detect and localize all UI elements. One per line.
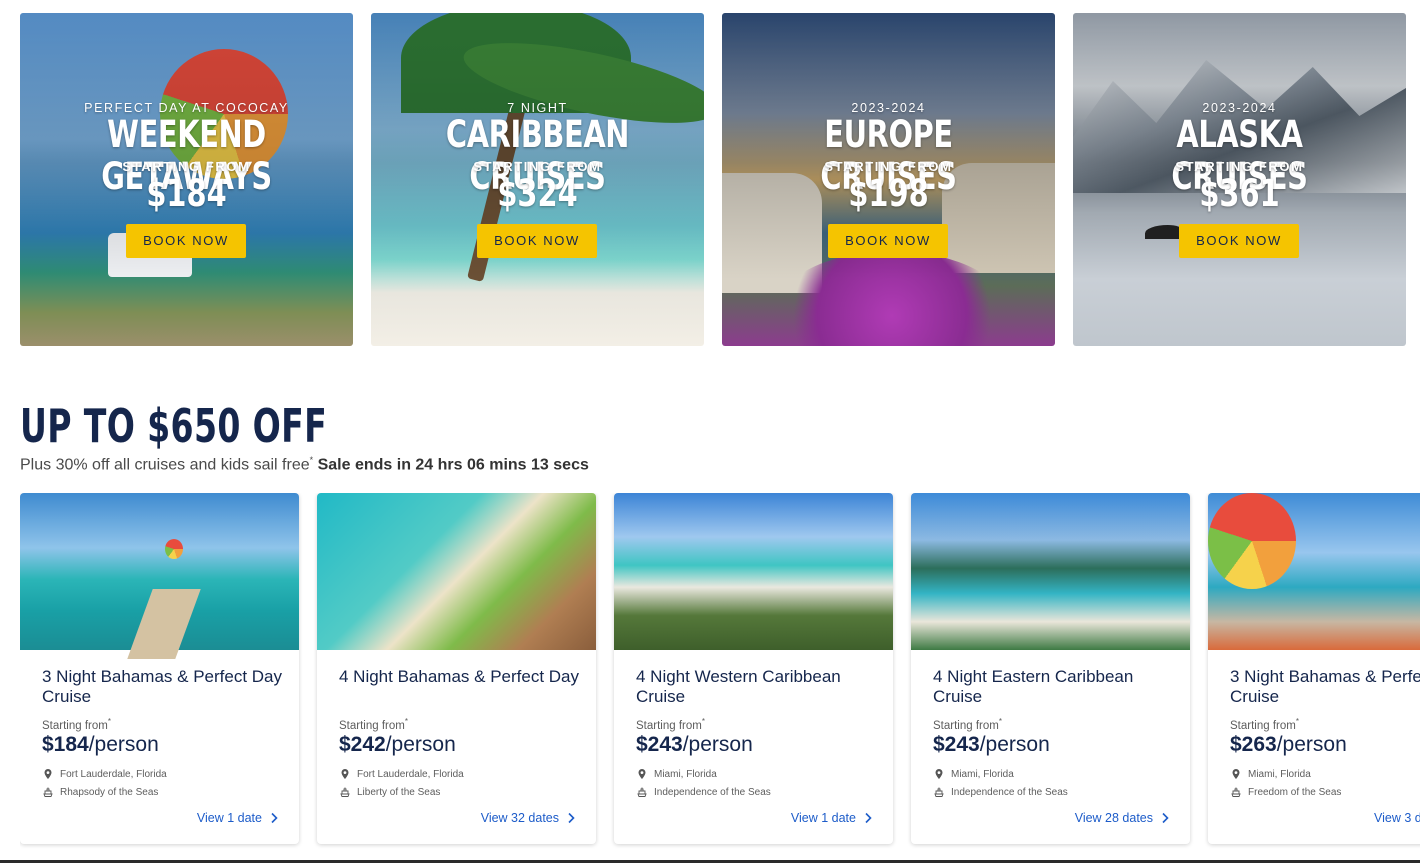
ship-name: Liberty of the Seas xyxy=(339,786,440,798)
starting-from-label: Starting from* xyxy=(1230,717,1299,732)
price-unit: /person xyxy=(682,733,753,756)
ship-icon xyxy=(1231,787,1241,797)
departure-port: Miami, Florida xyxy=(636,768,717,780)
cruise-card-carousel: 3 Night Bahamas & Perfect Day Cruise Sta… xyxy=(20,493,1420,853)
cruise-price: $243/person xyxy=(636,733,753,757)
departure-port: Fort Lauderdale, Florida xyxy=(339,768,464,780)
price-unit: /person xyxy=(385,733,456,756)
chevron-right-icon xyxy=(1162,812,1169,824)
chevron-right-icon xyxy=(865,812,872,824)
view-dates-link[interactable]: View 1 date xyxy=(197,811,279,825)
price-amount: $243 xyxy=(636,733,683,756)
sale-subtitle-text: Plus 30% off all cruises and kids sail f… xyxy=(20,456,310,474)
cruise-photo xyxy=(911,493,1190,650)
price-unit: /person xyxy=(1276,733,1347,756)
departure-port: Miami, Florida xyxy=(1230,768,1311,780)
departure-port: Miami, Florida xyxy=(933,768,1014,780)
price-amount: $243 xyxy=(933,733,980,756)
cruise-card[interactable]: 3 Night Bahamas & Perfect Day Cruise Sta… xyxy=(20,493,299,844)
sale-subtitle: Plus 30% off all cruises and kids sail f… xyxy=(20,455,589,474)
sale-countdown: Sale ends in 24 hrs 06 mins 13 secs xyxy=(317,456,589,474)
promo-caribbean-cruises[interactable]: 7 NIGHT CARIBBEAN CRUISES STARTING FROM … xyxy=(371,13,704,346)
location-pin-icon xyxy=(1232,769,1240,779)
ship-name: Rhapsody of the Seas xyxy=(42,786,158,798)
promo-price: $198 xyxy=(848,172,929,215)
cruise-price: $263/person xyxy=(1230,733,1347,757)
ship-name: Freedom of the Seas xyxy=(1230,786,1341,798)
cruise-price: $243/person xyxy=(933,733,1050,757)
ship-icon xyxy=(43,787,53,797)
promo-tiles: PERFECT DAY AT COCOCAY WEEKEND GETAWAYS … xyxy=(20,13,1406,346)
starting-from-label: Starting from* xyxy=(42,717,111,732)
view-dates-link[interactable]: View 28 dates xyxy=(1075,811,1170,825)
cruise-card[interactable]: 3 Night Bahamas & Perfect Day Cruise Sta… xyxy=(1208,493,1420,844)
ship-icon xyxy=(637,787,647,797)
cruise-photo xyxy=(1208,493,1420,650)
location-pin-icon xyxy=(935,769,943,779)
promo-weekend-getaways[interactable]: PERFECT DAY AT COCOCAY WEEKEND GETAWAYS … xyxy=(20,13,353,346)
promo-alaska-cruises[interactable]: 2023-2024 ALASKA CRUISES STARTING FROM $… xyxy=(1073,13,1406,346)
promo-price: $184 xyxy=(146,172,227,215)
cruise-title[interactable]: 4 Night Western Caribbean Cruise xyxy=(636,667,876,707)
ship-name: Independence of the Seas xyxy=(933,786,1068,798)
book-now-button[interactable]: BOOK NOW xyxy=(1179,224,1299,258)
starting-from-label: Starting from* xyxy=(933,717,1002,732)
cruise-title[interactable]: 3 Night Bahamas & Perfect Day Cruise xyxy=(1230,667,1420,707)
price-unit: /person xyxy=(979,733,1050,756)
starting-from-label: Starting from* xyxy=(339,717,408,732)
price-amount: $242 xyxy=(339,733,386,756)
cruise-title[interactable]: 3 Night Bahamas & Perfect Day Cruise xyxy=(42,667,282,707)
cruise-photo xyxy=(614,493,893,650)
location-pin-icon xyxy=(44,769,52,779)
view-dates-link[interactable]: View 3 dates xyxy=(1374,811,1420,825)
chevron-right-icon xyxy=(568,812,575,824)
starting-from-label: Starting from* xyxy=(636,717,705,732)
view-dates-link[interactable]: View 32 dates xyxy=(481,811,576,825)
location-pin-icon xyxy=(341,769,349,779)
cruise-card[interactable]: 4 Night Western Caribbean Cruise Startin… xyxy=(614,493,893,844)
promo-price: $361 xyxy=(1199,172,1280,215)
ship-name: Independence of the Seas xyxy=(636,786,771,798)
departure-port: Fort Lauderdale, Florida xyxy=(42,768,167,780)
book-now-button[interactable]: BOOK NOW xyxy=(477,224,597,258)
ship-icon xyxy=(340,787,350,797)
promo-europe-cruises[interactable]: 2023-2024 EUROPE CRUISES STARTING FROM $… xyxy=(722,13,1055,346)
cruise-photo xyxy=(317,493,596,650)
location-pin-icon xyxy=(638,769,646,779)
chevron-right-icon xyxy=(271,812,278,824)
cruise-card[interactable]: 4 Night Bahamas & Perfect Day Starting f… xyxy=(317,493,596,844)
view-dates-link[interactable]: View 1 date xyxy=(791,811,873,825)
cruise-title[interactable]: 4 Night Eastern Caribbean Cruise xyxy=(933,667,1173,707)
promo-price: $324 xyxy=(497,172,578,215)
price-amount: $184 xyxy=(42,733,89,756)
book-now-button[interactable]: BOOK NOW xyxy=(828,224,948,258)
book-now-button[interactable]: BOOK NOW xyxy=(126,224,246,258)
disclaimer-asterisk[interactable]: * xyxy=(310,455,314,465)
cruise-card[interactable]: 4 Night Eastern Caribbean Cruise Startin… xyxy=(911,493,1190,844)
cruise-price: $242/person xyxy=(339,733,456,757)
cruise-photo xyxy=(20,493,299,659)
cruise-title[interactable]: 4 Night Bahamas & Perfect Day xyxy=(339,667,579,687)
price-amount: $263 xyxy=(1230,733,1277,756)
cruise-price: $184/person xyxy=(42,733,159,757)
sale-title: UP TO $650 OFF xyxy=(20,399,328,453)
price-unit: /person xyxy=(88,733,159,756)
ship-icon xyxy=(934,787,944,797)
